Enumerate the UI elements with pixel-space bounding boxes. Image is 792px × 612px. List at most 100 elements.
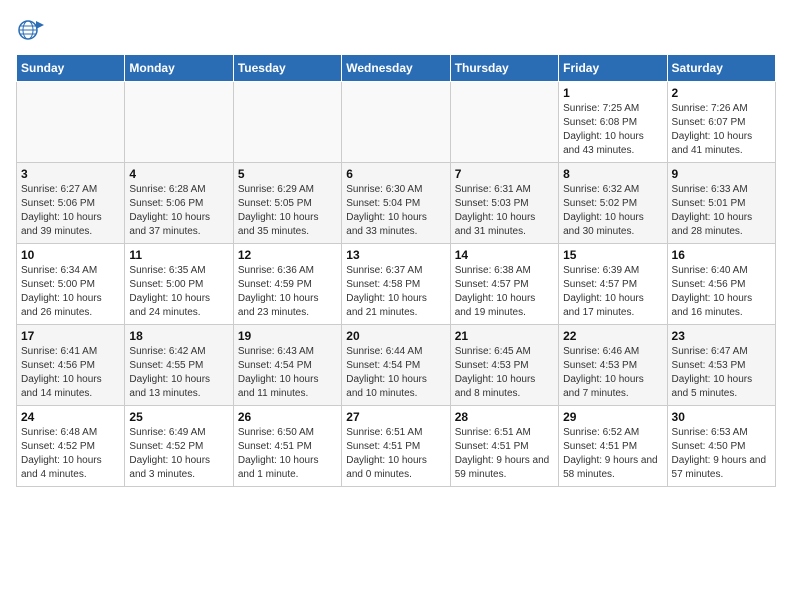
calendar-cell: 7 Sunrise: 6:31 AM Sunset: 5:03 PM Daylig… [450,163,558,244]
day-number: 16 [672,248,771,262]
calendar-cell: 23Sunrise: 6:47 AM Sunset: 4:53 PM Dayli… [667,325,775,406]
calendar-cell: 26 Sunrise: 6:50 AM Sunset: 4:51 PM Dayli… [233,406,341,487]
calendar-cell: 30 Sunrise: 6:53 AM Sunset: 4:50 PM Dayli… [667,406,775,487]
calendar-cell [342,82,450,163]
calendar-week-1: 1 Sunrise: 7:25 AM Sunset: 6:08 PM Daylig… [17,82,776,163]
calendar-cell: 10 Sunrise: 6:34 AM Sunset: 5:00 PM Dayli… [17,244,125,325]
calendar-cell [17,82,125,163]
day-number: 29 [563,410,662,424]
day-number: 26 [238,410,337,424]
calendar-cell: 1 Sunrise: 7:25 AM Sunset: 6:08 PM Daylig… [559,82,667,163]
day-number: 30 [672,410,771,424]
day-info: Sunrise: 6:49 AM Sunset: 4:52 PM Dayligh… [129,426,228,482]
calendar-cell: 11 Sunrise: 6:35 AM Sunset: 5:00 PM Dayli… [125,244,233,325]
weekday-header-monday: Monday [125,55,233,82]
day-number: 8 [563,167,662,181]
calendar-cell: 6 Sunrise: 6:30 AM Sunset: 5:04 PM Daylig… [342,163,450,244]
day-info: Sunrise: 6:34 AM Sunset: 5:00 PM Dayligh… [21,264,120,320]
calendar-cell: 21Sunrise: 6:45 AM Sunset: 4:53 PM Dayli… [450,325,558,406]
day-number: 27 [346,410,445,424]
day-number: 4 [129,167,228,181]
day-info: Sunrise: 6:39 AM Sunset: 4:57 PM Dayligh… [563,264,662,320]
day-number: 11 [129,248,228,262]
day-info: Sunrise: 6:31 AM Sunset: 5:03 PM Dayligh… [455,183,554,239]
day-info: Sunrise: 7:26 AM Sunset: 6:07 PM Dayligh… [672,102,771,158]
day-info: Sunrise: 6:36 AM Sunset: 4:59 PM Dayligh… [238,264,337,320]
day-number: 20 [346,329,445,343]
day-number: 21 [455,329,554,343]
weekday-header-wednesday: Wednesday [342,55,450,82]
day-number: 14 [455,248,554,262]
day-info: Sunrise: 7:25 AM Sunset: 6:08 PM Dayligh… [563,102,662,158]
day-number: 18 [129,329,228,343]
day-info: Sunrise: 6:32 AM Sunset: 5:02 PM Dayligh… [563,183,662,239]
calendar-cell: 28Sunrise: 6:51 AM Sunset: 4:51 PM Dayli… [450,406,558,487]
day-number: 10 [21,248,120,262]
logo-icon [16,16,44,44]
day-info: Sunrise: 6:44 AM Sunset: 4:54 PM Dayligh… [346,345,445,401]
day-number: 6 [346,167,445,181]
day-number: 25 [129,410,228,424]
day-number: 13 [346,248,445,262]
day-info: Sunrise: 6:48 AM Sunset: 4:52 PM Dayligh… [21,426,120,482]
calendar-week-2: 3 Sunrise: 6:27 AM Sunset: 5:06 PM Daylig… [17,163,776,244]
calendar-cell: 5 Sunrise: 6:29 AM Sunset: 5:05 PM Daylig… [233,163,341,244]
day-number: 1 [563,86,662,100]
day-number: 24 [21,410,120,424]
calendar-cell: 16 Sunrise: 6:40 AM Sunset: 4:56 PM Dayli… [667,244,775,325]
calendar-cell: 17 Sunrise: 6:41 AM Sunset: 4:56 PM Dayli… [17,325,125,406]
calendar-cell: 13 Sunrise: 6:37 AM Sunset: 4:58 PM Dayli… [342,244,450,325]
calendar-cell: 2 Sunrise: 7:26 AM Sunset: 6:07 PM Daylig… [667,82,775,163]
day-info: Sunrise: 6:29 AM Sunset: 5:05 PM Dayligh… [238,183,337,239]
weekday-header-friday: Friday [559,55,667,82]
weekday-header-tuesday: Tuesday [233,55,341,82]
calendar-cell: 24 Sunrise: 6:48 AM Sunset: 4:52 PM Dayli… [17,406,125,487]
day-info: Sunrise: 6:51 AM Sunset: 4:51 PM Dayligh… [455,426,554,482]
calendar-cell: 27 Sunrise: 6:51 AM Sunset: 4:51 PM Dayli… [342,406,450,487]
day-info: Sunrise: 6:27 AM Sunset: 5:06 PM Dayligh… [21,183,120,239]
day-info: Sunrise: 6:50 AM Sunset: 4:51 PM Dayligh… [238,426,337,482]
day-number: 17 [21,329,120,343]
day-info: Sunrise: 6:30 AM Sunset: 5:04 PM Dayligh… [346,183,445,239]
day-number: 12 [238,248,337,262]
day-number: 7 [455,167,554,181]
calendar-cell: 25 Sunrise: 6:49 AM Sunset: 4:52 PM Dayli… [125,406,233,487]
day-info: Sunrise: 6:28 AM Sunset: 5:06 PM Dayligh… [129,183,228,239]
day-info: Sunrise: 6:38 AM Sunset: 4:57 PM Dayligh… [455,264,554,320]
calendar-cell: 8 Sunrise: 6:32 AM Sunset: 5:02 PM Daylig… [559,163,667,244]
calendar-week-5: 24 Sunrise: 6:48 AM Sunset: 4:52 PM Dayli… [17,406,776,487]
calendar-cell [233,82,341,163]
day-info: Sunrise: 6:33 AM Sunset: 5:01 PM Dayligh… [672,183,771,239]
day-info: Sunrise: 6:42 AM Sunset: 4:55 PM Dayligh… [129,345,228,401]
day-info: Sunrise: 6:51 AM Sunset: 4:51 PM Dayligh… [346,426,445,482]
calendar-cell: 3 Sunrise: 6:27 AM Sunset: 5:06 PM Daylig… [17,163,125,244]
calendar-cell: 19Sunrise: 6:43 AM Sunset: 4:54 PM Dayli… [233,325,341,406]
day-info: Sunrise: 6:53 AM Sunset: 4:50 PM Dayligh… [672,426,771,482]
day-number: 2 [672,86,771,100]
calendar-cell: 20 Sunrise: 6:44 AM Sunset: 4:54 PM Dayli… [342,325,450,406]
day-number: 9 [672,167,771,181]
day-info: Sunrise: 6:35 AM Sunset: 5:00 PM Dayligh… [129,264,228,320]
day-number: 15 [563,248,662,262]
calendar-cell: 18 Sunrise: 6:42 AM Sunset: 4:55 PM Dayli… [125,325,233,406]
calendar-week-4: 17 Sunrise: 6:41 AM Sunset: 4:56 PM Dayli… [17,325,776,406]
calendar-cell: 9 Sunrise: 6:33 AM Sunset: 5:01 PM Daylig… [667,163,775,244]
day-info: Sunrise: 6:46 AM Sunset: 4:53 PM Dayligh… [563,345,662,401]
calendar-cell: 14 Sunrise: 6:38 AM Sunset: 4:57 PM Dayli… [450,244,558,325]
calendar-cell: 4 Sunrise: 6:28 AM Sunset: 5:06 PM Daylig… [125,163,233,244]
day-info: Sunrise: 6:37 AM Sunset: 4:58 PM Dayligh… [346,264,445,320]
day-number: 3 [21,167,120,181]
day-number: 22 [563,329,662,343]
day-info: Sunrise: 6:52 AM Sunset: 4:51 PM Dayligh… [563,426,662,482]
day-number: 23 [672,329,771,343]
day-info: Sunrise: 6:41 AM Sunset: 4:56 PM Dayligh… [21,345,120,401]
day-number: 5 [238,167,337,181]
calendar-table: SundayMondayTuesdayWednesdayThursdayFrid… [16,54,776,487]
logo [16,16,50,44]
day-info: Sunrise: 6:40 AM Sunset: 4:56 PM Dayligh… [672,264,771,320]
day-info: Sunrise: 6:43 AM Sunset: 4:54 PM Dayligh… [238,345,337,401]
calendar-cell: 29 Sunrise: 6:52 AM Sunset: 4:51 PM Dayli… [559,406,667,487]
weekday-header-saturday: Saturday [667,55,775,82]
calendar-cell: 15 Sunrise: 6:39 AM Sunset: 4:57 PM Dayli… [559,244,667,325]
calendar-week-3: 10 Sunrise: 6:34 AM Sunset: 5:00 PM Dayli… [17,244,776,325]
